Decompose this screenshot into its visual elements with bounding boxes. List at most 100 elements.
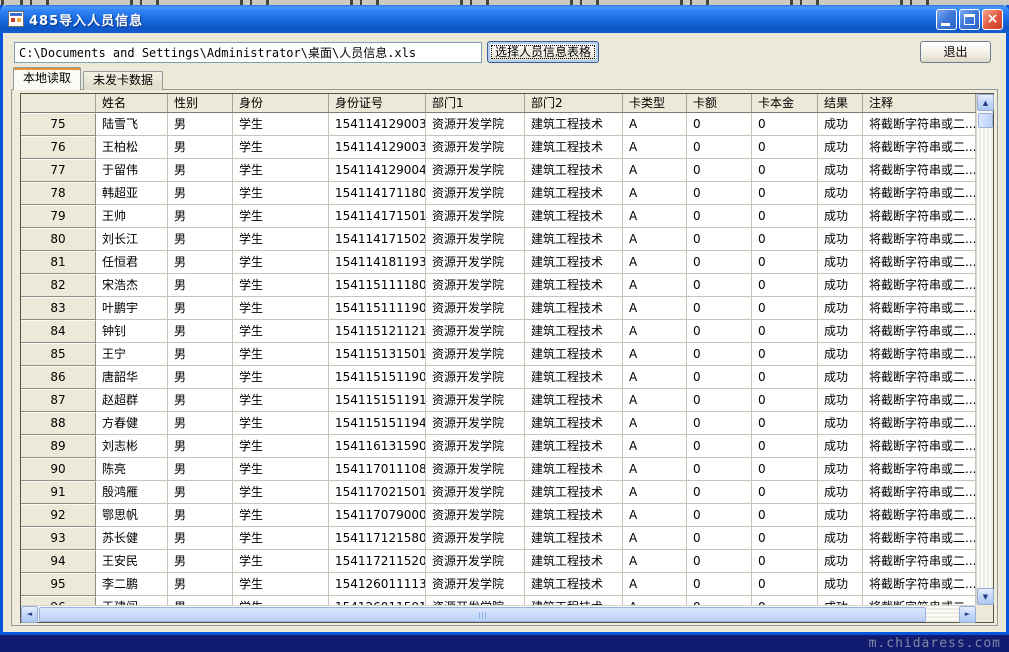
table-cell[interactable]: A	[623, 435, 687, 458]
table-cell[interactable]: 0	[752, 113, 818, 136]
table-cell[interactable]: 男	[168, 228, 233, 251]
table-cell[interactable]: 建筑工程技术	[525, 274, 623, 297]
table-cell[interactable]: 学生	[233, 504, 329, 527]
table-cell[interactable]: 男	[168, 182, 233, 205]
row-number-cell[interactable]: 89	[21, 435, 96, 458]
row-number-cell[interactable]: 80	[21, 228, 96, 251]
table-cell[interactable]: 0	[752, 504, 818, 527]
row-number-cell[interactable]: 85	[21, 343, 96, 366]
table-cell[interactable]: 将截断字符串或二...	[863, 389, 976, 412]
table-cell[interactable]: 王宁	[96, 343, 168, 366]
table-cell[interactable]: 15411702150133	[329, 481, 426, 504]
table-cell[interactable]: 男	[168, 573, 233, 596]
table-cell[interactable]: 男	[168, 159, 233, 182]
table-cell[interactable]: 0	[687, 550, 752, 573]
column-header[interactable]: 部门2	[525, 94, 623, 112]
table-cell[interactable]: 建筑工程技术	[525, 458, 623, 481]
table-cell[interactable]: 资源开发学院	[426, 113, 525, 136]
table-cell[interactable]: 男	[168, 389, 233, 412]
table-cell[interactable]: 男	[168, 113, 233, 136]
table-cell[interactable]: 0	[687, 297, 752, 320]
table-cell[interactable]: 韩超亚	[96, 182, 168, 205]
table-cell[interactable]: 0	[752, 366, 818, 389]
close-button[interactable]: ×	[982, 9, 1003, 30]
table-cell[interactable]: 0	[687, 527, 752, 550]
table-cell[interactable]: 将截断字符串或二...	[863, 366, 976, 389]
scroll-up-icon[interactable]: ▲	[977, 94, 994, 111]
table-cell[interactable]: 建筑工程技术	[525, 159, 623, 182]
table-cell[interactable]: 男	[168, 320, 233, 343]
table-cell[interactable]: 0	[752, 274, 818, 297]
table-cell[interactable]: 成功	[818, 412, 863, 435]
table-cell[interactable]: 学生	[233, 458, 329, 481]
table-cell[interactable]: 王安民	[96, 550, 168, 573]
table-cell[interactable]: 资源开发学院	[426, 274, 525, 297]
table-cell[interactable]: 学生	[233, 159, 329, 182]
table-cell[interactable]: A	[623, 297, 687, 320]
table-cell[interactable]: 建筑工程技术	[525, 550, 623, 573]
table-cell[interactable]: A	[623, 550, 687, 573]
table-cell[interactable]: 男	[168, 205, 233, 228]
column-header[interactable]: 卡额	[687, 94, 752, 112]
table-cell[interactable]: 将截断字符串或二...	[863, 274, 976, 297]
table-cell[interactable]: 15411418119369	[329, 251, 426, 274]
table-cell[interactable]: 将截断字符串或二...	[863, 205, 976, 228]
table-cell[interactable]: 15411712158037	[329, 527, 426, 550]
table-cell[interactable]: 男	[168, 343, 233, 366]
column-header[interactable]: 卡类型	[623, 94, 687, 112]
table-cell[interactable]: 15411513150101	[329, 343, 426, 366]
tab-uncarded-data[interactable]: 未发卡数据	[83, 71, 163, 90]
table-cell[interactable]: 鄂思帆	[96, 504, 168, 527]
table-cell[interactable]: 15411417150187	[329, 205, 426, 228]
table-cell[interactable]: 资源开发学院	[426, 550, 525, 573]
table-cell[interactable]: 男	[168, 527, 233, 550]
minimize-button[interactable]	[936, 9, 957, 30]
table-cell[interactable]: 0	[687, 389, 752, 412]
table-cell[interactable]: 15411701110800	[329, 458, 426, 481]
table-cell[interactable]: 赵超群	[96, 389, 168, 412]
table-cell[interactable]: 资源开发学院	[426, 159, 525, 182]
table-cell[interactable]: 将截断字符串或二...	[863, 504, 976, 527]
row-number-cell[interactable]: 93	[21, 527, 96, 550]
table-cell[interactable]: 将截断字符串或二...	[863, 550, 976, 573]
tab-local-read[interactable]: 本地读取	[13, 67, 81, 90]
table-cell[interactable]: 将截断字符串或二...	[863, 412, 976, 435]
table-cell[interactable]: 男	[168, 366, 233, 389]
column-header[interactable]: 注释	[863, 94, 976, 112]
table-cell[interactable]: 0	[687, 412, 752, 435]
table-cell[interactable]: 将截断字符串或二...	[863, 320, 976, 343]
table-cell[interactable]: 学生	[233, 228, 329, 251]
table-cell[interactable]: 学生	[233, 136, 329, 159]
table-cell[interactable]: 0	[752, 596, 818, 605]
table-cell[interactable]: A	[623, 274, 687, 297]
table-cell[interactable]: A	[623, 136, 687, 159]
table-cell[interactable]: 男	[168, 504, 233, 527]
table-cell[interactable]: 将截断字符串或二...	[863, 527, 976, 550]
table-cell[interactable]: 成功	[818, 481, 863, 504]
table-cell[interactable]: 学生	[233, 251, 329, 274]
table-cell[interactable]: 学生	[233, 366, 329, 389]
table-cell[interactable]: 0	[687, 113, 752, 136]
table-cell[interactable]: 0	[752, 228, 818, 251]
table-cell[interactable]: 资源开发学院	[426, 527, 525, 550]
table-cell[interactable]: 15411515119419	[329, 412, 426, 435]
table-cell[interactable]: 15412601150157	[329, 596, 426, 605]
table-cell[interactable]: 学生	[233, 113, 329, 136]
table-cell[interactable]: 王帅	[96, 205, 168, 228]
table-cell[interactable]: 刘长江	[96, 228, 168, 251]
table-cell[interactable]: 男	[168, 251, 233, 274]
table-cell[interactable]: 资源开发学院	[426, 573, 525, 596]
row-number-column-header[interactable]	[21, 94, 96, 112]
table-cell[interactable]: 叶鹏宇	[96, 297, 168, 320]
table-cell[interactable]: 建筑工程技术	[525, 320, 623, 343]
column-header[interactable]: 卡本金	[752, 94, 818, 112]
table-cell[interactable]: 0	[752, 343, 818, 366]
table-cell[interactable]: 0	[687, 504, 752, 527]
table-cell[interactable]: 苏长健	[96, 527, 168, 550]
table-cell[interactable]: 学生	[233, 389, 329, 412]
column-header[interactable]: 身份证号	[329, 94, 426, 112]
table-cell[interactable]: 男	[168, 481, 233, 504]
vertical-scrollbar-thumb[interactable]	[978, 113, 993, 128]
table-cell[interactable]: A	[623, 113, 687, 136]
table-cell[interactable]: 成功	[818, 159, 863, 182]
